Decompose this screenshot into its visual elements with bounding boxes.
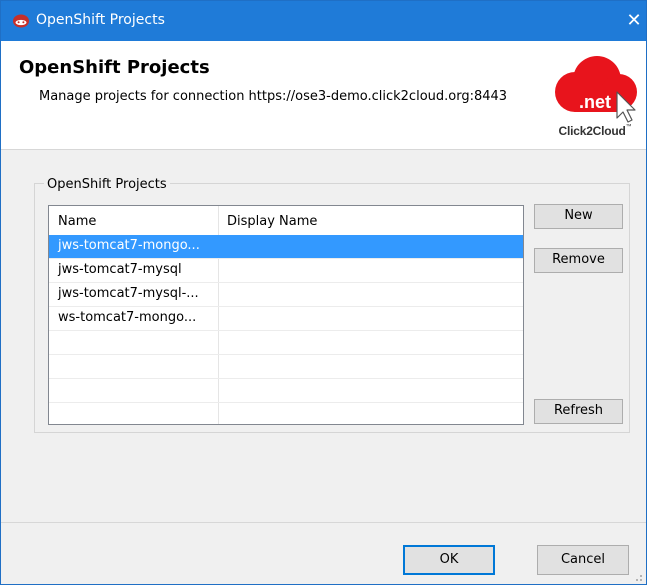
table-row[interactable]: ws-tomcat7-mongo... [49,307,523,331]
group-legend: OpenShift Projects [44,177,170,192]
ok-button[interactable]: OK [403,545,495,575]
column-header-name[interactable]: Name [58,214,96,229]
table-row-empty [49,379,523,403]
project-name-cell: jws-tomcat7-mongo... [58,238,200,253]
new-button[interactable]: New [534,204,623,229]
table-row-empty [49,403,523,424]
project-name-cell: ws-tomcat7-mongo... [58,310,197,325]
column-header-display-name[interactable]: Display Name [227,214,317,229]
footer-separator [1,522,646,523]
page-description: Manage projects for connection https://o… [39,89,508,104]
logo-badge-text: .net [579,92,611,112]
table-row[interactable]: jws-tomcat7-mysql [49,259,523,283]
openshift-icon [13,14,29,28]
projects-table[interactable]: Name Display Name jws-tomcat7-mongo... j… [48,205,524,425]
project-name-cell: jws-tomcat7-mysql-... [58,286,199,301]
table-row-empty [49,331,523,355]
logo-wordmark: Click2Cloud [558,124,626,138]
remove-button[interactable]: Remove [534,248,623,273]
close-icon[interactable]: ✕ [622,1,646,41]
table-row-empty [49,355,523,379]
logo-trademark: ™ [625,124,632,130]
table-row[interactable]: jws-tomcat7-mongo... [49,235,523,259]
table-header: Name Display Name [49,206,523,235]
window-title: OpenShift Projects [36,12,165,28]
click2cloud-logo: .net Click2Cloud™ [549,52,641,142]
refresh-button[interactable]: Refresh [534,399,623,424]
dialog-header: OpenShift Projects Manage projects for c… [1,41,646,150]
table-row[interactable]: jws-tomcat7-mysql-... [49,283,523,307]
project-name-cell: jws-tomcat7-mysql [58,262,182,277]
title-bar[interactable]: OpenShift Projects ✕ [1,1,646,41]
page-title: OpenShift Projects [19,57,210,78]
dialog-window: OpenShift Projects ✕ OpenShift Projects … [0,0,647,585]
cancel-button[interactable]: Cancel [537,545,629,575]
cloud-logo-icon: .net [555,56,637,123]
resize-grip-icon[interactable] [633,571,643,581]
